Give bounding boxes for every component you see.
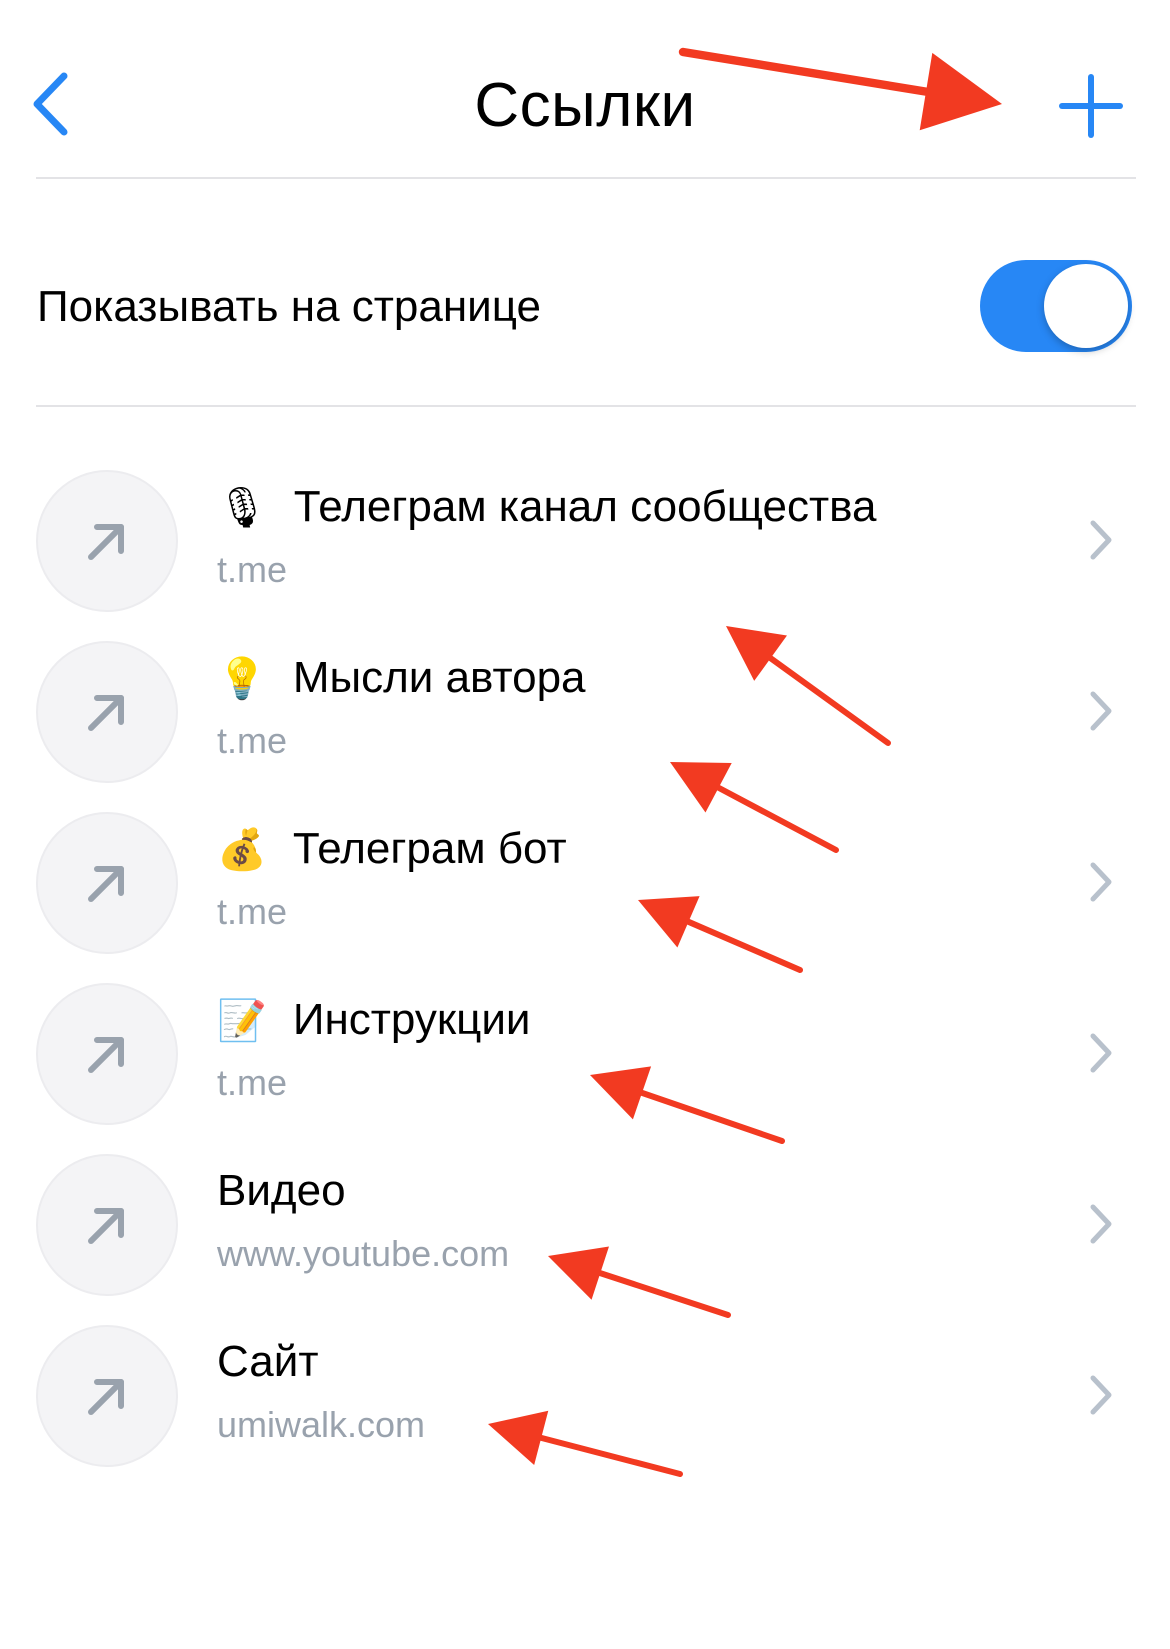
chevron-right-icon <box>1088 1373 1114 1422</box>
arrow-up-right-icon <box>88 1208 124 1244</box>
link-icon-circle <box>36 641 178 783</box>
toggle-knob <box>1044 264 1128 348</box>
add-link-button[interactable] <box>1058 73 1124 139</box>
link-title: 💡 Мысли автора <box>217 653 586 703</box>
link-icon-circle <box>36 812 178 954</box>
link-item[interactable]: 🎙 Телеграм канал сообщества t.me <box>0 462 1170 632</box>
chevron-right-icon <box>1088 1202 1114 1251</box>
link-title-text: Сайт <box>217 1337 319 1386</box>
link-title-text: Телеграм канал сообщества <box>293 482 877 531</box>
link-item[interactable]: 💰 Телеграм бот t.me <box>0 804 1170 974</box>
link-url: t.me <box>217 549 288 590</box>
link-icon-circle <box>36 470 178 612</box>
link-item[interactable]: 💡 Мысли автора t.me <box>0 633 1170 803</box>
link-item[interactable]: Сайт umiwalk.com <box>0 1317 1170 1487</box>
link-url: t.me <box>217 891 288 932</box>
plus-icon <box>1059 74 1123 138</box>
link-title: Сайт <box>217 1337 318 1387</box>
arrow-up-right-icon <box>88 1379 124 1415</box>
link-emoji: 💡 <box>217 655 267 702</box>
show-on-page-label: Показывать на странице <box>37 282 541 331</box>
show-on-page-row: Показывать на странице <box>0 190 1170 430</box>
link-emoji: 📝 <box>217 997 267 1044</box>
link-title: 📝 Инструкции <box>217 995 530 1045</box>
arrow-up-right-icon <box>88 524 124 560</box>
navigation-bar: Ссылки <box>0 0 1170 187</box>
link-title-text: Мысли автора <box>292 653 586 702</box>
arrow-up-right-icon <box>88 866 124 902</box>
link-title: 🎙 Телеграм канал сообщества <box>217 482 876 532</box>
chevron-right-icon <box>1088 860 1114 909</box>
link-icon-circle <box>36 983 178 1125</box>
arrow-up-right-icon <box>88 1037 124 1073</box>
link-icon-circle <box>36 1325 178 1467</box>
link-title-text: Видео <box>217 1166 346 1215</box>
link-url: umiwalk.com <box>217 1404 426 1445</box>
page-title: Ссылки <box>474 71 696 140</box>
header-divider <box>36 177 1136 179</box>
arrow-up-right-icon <box>88 695 124 731</box>
link-emoji: 💰 <box>217 826 267 873</box>
chevron-right-icon <box>1088 689 1114 738</box>
chevron-right-icon <box>1088 1031 1114 1080</box>
link-url: t.me <box>217 1062 288 1103</box>
link-url: t.me <box>217 720 288 761</box>
chevron-right-icon <box>1088 518 1114 567</box>
link-icon-circle <box>36 1154 178 1296</box>
link-title: Видео <box>217 1166 346 1216</box>
link-url: www.youtube.com <box>217 1233 510 1274</box>
settings-divider <box>36 405 1136 407</box>
show-on-page-toggle[interactable] <box>980 260 1132 352</box>
link-title-text: Инструкции <box>292 995 531 1044</box>
link-item[interactable]: 📝 Инструкции t.me <box>0 975 1170 1145</box>
link-title-text: Телеграм бот <box>292 824 567 873</box>
link-item[interactable]: Видео www.youtube.com <box>0 1146 1170 1316</box>
link-title: 💰 Телеграм бот <box>217 824 567 874</box>
link-emoji: 🎙 <box>217 484 268 531</box>
